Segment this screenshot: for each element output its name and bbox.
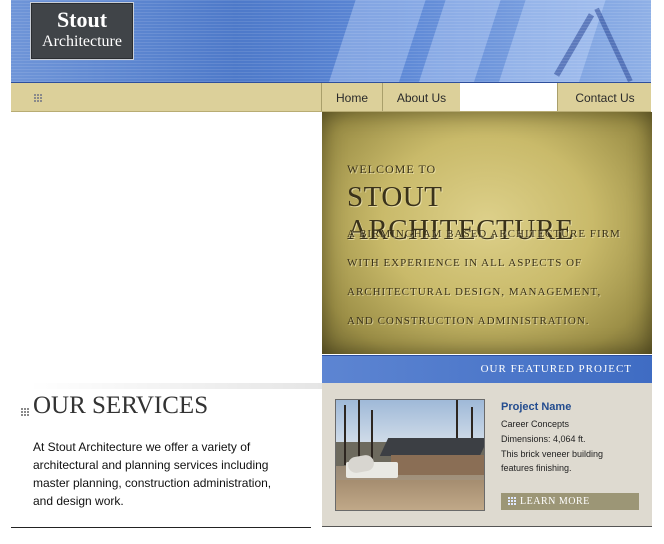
section-divider — [28, 383, 322, 389]
welcome-line: AND CONSTRUCTION ADMINISTRATION. — [347, 315, 590, 327]
project-detail: Dimensions: 4,064 ft. — [501, 434, 586, 444]
project-name[interactable]: Project Name — [501, 401, 571, 413]
nav-about[interactable]: About Us — [382, 83, 460, 111]
project-photo[interactable] — [335, 399, 485, 511]
welcome-line: A BIRMINGHAM BASED ARCHITECTURE FIRM — [347, 228, 621, 240]
nav-blank-slot — [460, 83, 557, 111]
welcome-panel: WELCOME TO STOUT ARCHITECTURE A BIRMINGH… — [322, 112, 652, 354]
welcome-small: WELCOME TO — [347, 162, 437, 176]
nav-home[interactable]: Home — [321, 83, 382, 111]
logo-text-line2: Architecture — [42, 33, 122, 50]
photo-tree — [344, 405, 346, 465]
learn-more-label: LEARN MORE — [520, 496, 590, 507]
logo-text-line1: Stout — [56, 7, 108, 32]
photo-wall — [391, 455, 484, 475]
dots-icon — [21, 408, 29, 416]
welcome-line: WITH EXPERIENCE IN ALL ASPECTS OF — [347, 257, 583, 269]
bottom-divider — [11, 527, 311, 528]
featured-project-panel: Project Name Career Concepts Dimensions:… — [322, 383, 652, 527]
logo[interactable]: Stout Architecture — [30, 2, 134, 60]
nav-contact[interactable]: Contact Us — [557, 83, 652, 111]
learn-more-button[interactable]: LEARN MORE — [501, 493, 639, 510]
project-detail: features finishing. — [501, 463, 572, 473]
photo-roof — [379, 438, 484, 456]
featured-project-title: OUR FEATURED PROJECT — [480, 363, 632, 375]
welcome-line: ARCHITECTURAL DESIGN, MANAGEMENT, — [347, 286, 602, 298]
nav-bar: Home About Us Contact Us — [11, 83, 651, 112]
dots-icon — [34, 94, 42, 102]
featured-project-header: OUR FEATURED PROJECT — [322, 355, 652, 383]
header-banner: Stout Architecture — [11, 0, 651, 83]
project-detail: Career Concepts — [501, 419, 570, 429]
services-title: OUR SERVICES — [33, 392, 209, 419]
dots-icon — [508, 497, 516, 505]
services-text: At Stout Architecture we offer a variety… — [33, 440, 272, 508]
project-detail: This brick veneer building — [501, 449, 604, 459]
photo-ground — [336, 480, 484, 510]
